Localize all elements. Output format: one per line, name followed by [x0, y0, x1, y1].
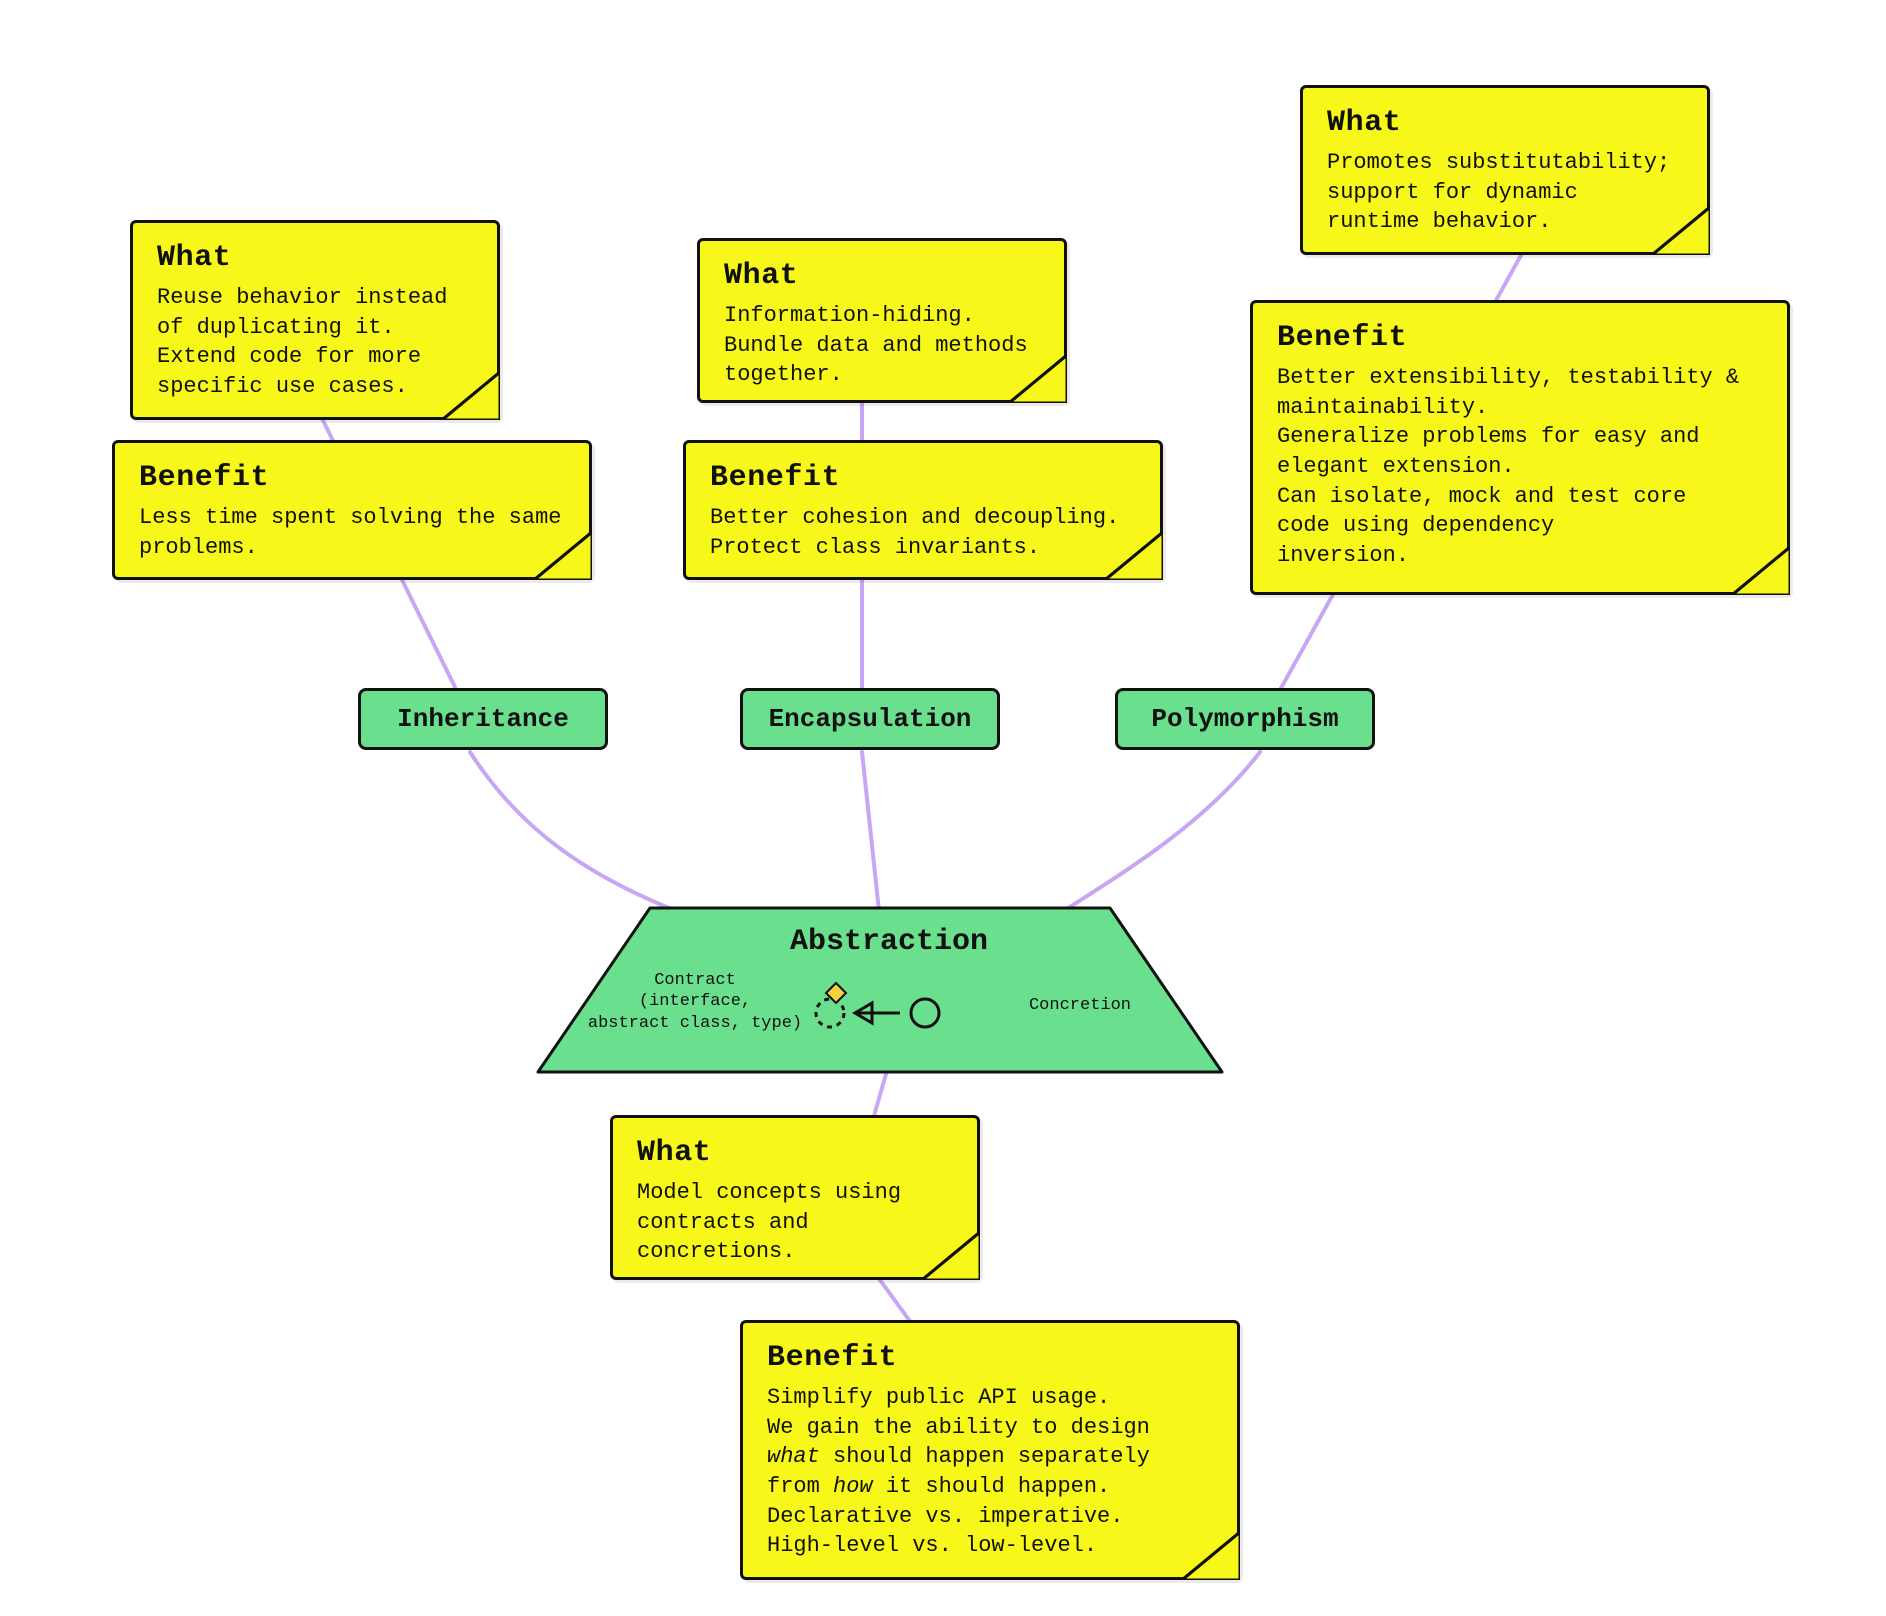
note-body: Reuse behavior instead of duplicating it…: [157, 283, 473, 402]
note-body: Better extensibility, testability & main…: [1277, 363, 1763, 571]
note-title: Benefit: [767, 1341, 1213, 1375]
encapsulation-pill: Encapsulation: [740, 688, 1000, 750]
pill-label: Inheritance: [397, 704, 569, 734]
inheritance-pill: Inheritance: [358, 688, 608, 750]
note-title: What: [1327, 106, 1683, 140]
abstraction-symbol-icon: [800, 975, 1000, 1035]
note-title: What: [637, 1136, 953, 1170]
note-title: Benefit: [1277, 321, 1763, 355]
polymorphism-benefit-note: Benefit Better extensibility, testabilit…: [1250, 300, 1790, 595]
note-body: Model concepts using contracts and concr…: [637, 1178, 953, 1267]
note-title: Benefit: [710, 461, 1136, 495]
note-body: Promotes substitutability; support for d…: [1327, 148, 1683, 237]
pill-label: Encapsulation: [769, 704, 972, 734]
encapsulation-benefit-note: Benefit Better cohesion and decoupling. …: [683, 440, 1163, 580]
polymorphism-what-note: What Promotes substitutability; support …: [1300, 85, 1710, 255]
note-body: Information-hiding. Bundle data and meth…: [724, 301, 1040, 390]
pill-label: Polymorphism: [1151, 704, 1338, 734]
abstraction-contract-label: Contract (interface, abstract class, typ…: [580, 970, 810, 1034]
note-title: What: [724, 259, 1040, 293]
abstraction-what-note: What Model concepts using contracts and …: [610, 1115, 980, 1280]
abstraction-concretion-label: Concretion: [1005, 995, 1155, 1016]
note-body: Better cohesion and decoupling. Protect …: [710, 503, 1136, 562]
abstraction-benefit-note: Benefit Simplify public API usage.We gai…: [740, 1320, 1240, 1580]
abstraction-title: Abstraction: [790, 925, 988, 959]
inheritance-benefit-note: Benefit Less time spent solving the same…: [112, 440, 592, 580]
encapsulation-what-note: What Information-hiding. Bundle data and…: [697, 238, 1067, 403]
inheritance-what-note: What Reuse behavior instead of duplicati…: [130, 220, 500, 420]
diagram-stage: What Reuse behavior instead of duplicati…: [0, 0, 1886, 1616]
note-title: Benefit: [139, 461, 565, 495]
note-body: Less time spent solving the same problem…: [139, 503, 565, 562]
polymorphism-pill: Polymorphism: [1115, 688, 1375, 750]
note-title: What: [157, 241, 473, 275]
abstraction-block: Abstraction Contract (interface, abstrac…: [530, 900, 1230, 1080]
note-body: Simplify public API usage.We gain the ab…: [767, 1383, 1213, 1561]
